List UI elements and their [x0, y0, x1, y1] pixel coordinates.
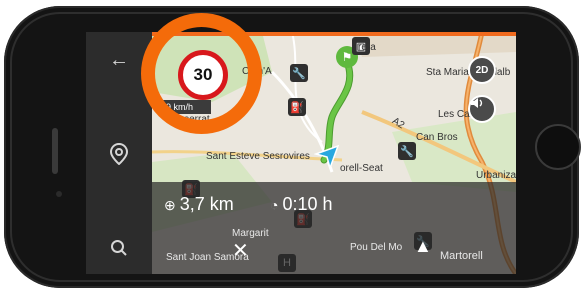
poi-repair-icon[interactable]: 🔧: [398, 142, 416, 160]
map-label: Pou Del Mo: [350, 242, 403, 253]
phone-speaker: [52, 128, 58, 174]
time-value: 0:10 h: [282, 194, 333, 214]
poi-fuel-icon[interactable]: ⛽: [288, 98, 306, 116]
distance-value: 3,7 km: [179, 194, 234, 214]
sound-button[interactable]: [468, 95, 496, 123]
map-label: Can Bros: [416, 132, 458, 143]
back-arrow-icon: ←: [109, 48, 129, 71]
trip-info-panel: ⊕ 3,7 km ◔ 0:10 h Margarit Sant Joan Samor…: [152, 182, 516, 274]
navigation-arrow-icon[interactable]: ▲: [414, 236, 432, 257]
time-readout: ◔ 0:10 h: [270, 194, 333, 215]
view-mode-button[interactable]: 2D: [468, 56, 496, 84]
close-icon[interactable]: ✕: [232, 238, 249, 263]
clock-icon: ◔: [270, 197, 279, 213]
phone-sensor: [56, 191, 62, 197]
back-button[interactable]: ←: [96, 40, 142, 80]
map-label: Sant Esteve Sesrovires: [206, 151, 310, 162]
search-button[interactable]: [96, 228, 142, 268]
map-label: Martorell: [440, 250, 483, 262]
map-label: rera: [358, 42, 376, 53]
map-label: Sta Maria: [426, 67, 469, 78]
my-location-button[interactable]: [96, 134, 142, 174]
phone-home-button[interactable]: [535, 124, 581, 170]
speaker-icon: [471, 98, 483, 108]
search-icon: [111, 240, 127, 256]
map-label: Urbaniza: [476, 170, 516, 181]
distance-readout: ⊕ 3,7 km: [164, 194, 234, 215]
map-label: orell-Seat: [340, 163, 383, 174]
highlight-circle: [141, 13, 262, 134]
poi-repair-icon[interactable]: 🔧: [290, 64, 308, 82]
location-pin-icon: [109, 143, 129, 165]
target-icon: ⊕: [164, 197, 176, 213]
